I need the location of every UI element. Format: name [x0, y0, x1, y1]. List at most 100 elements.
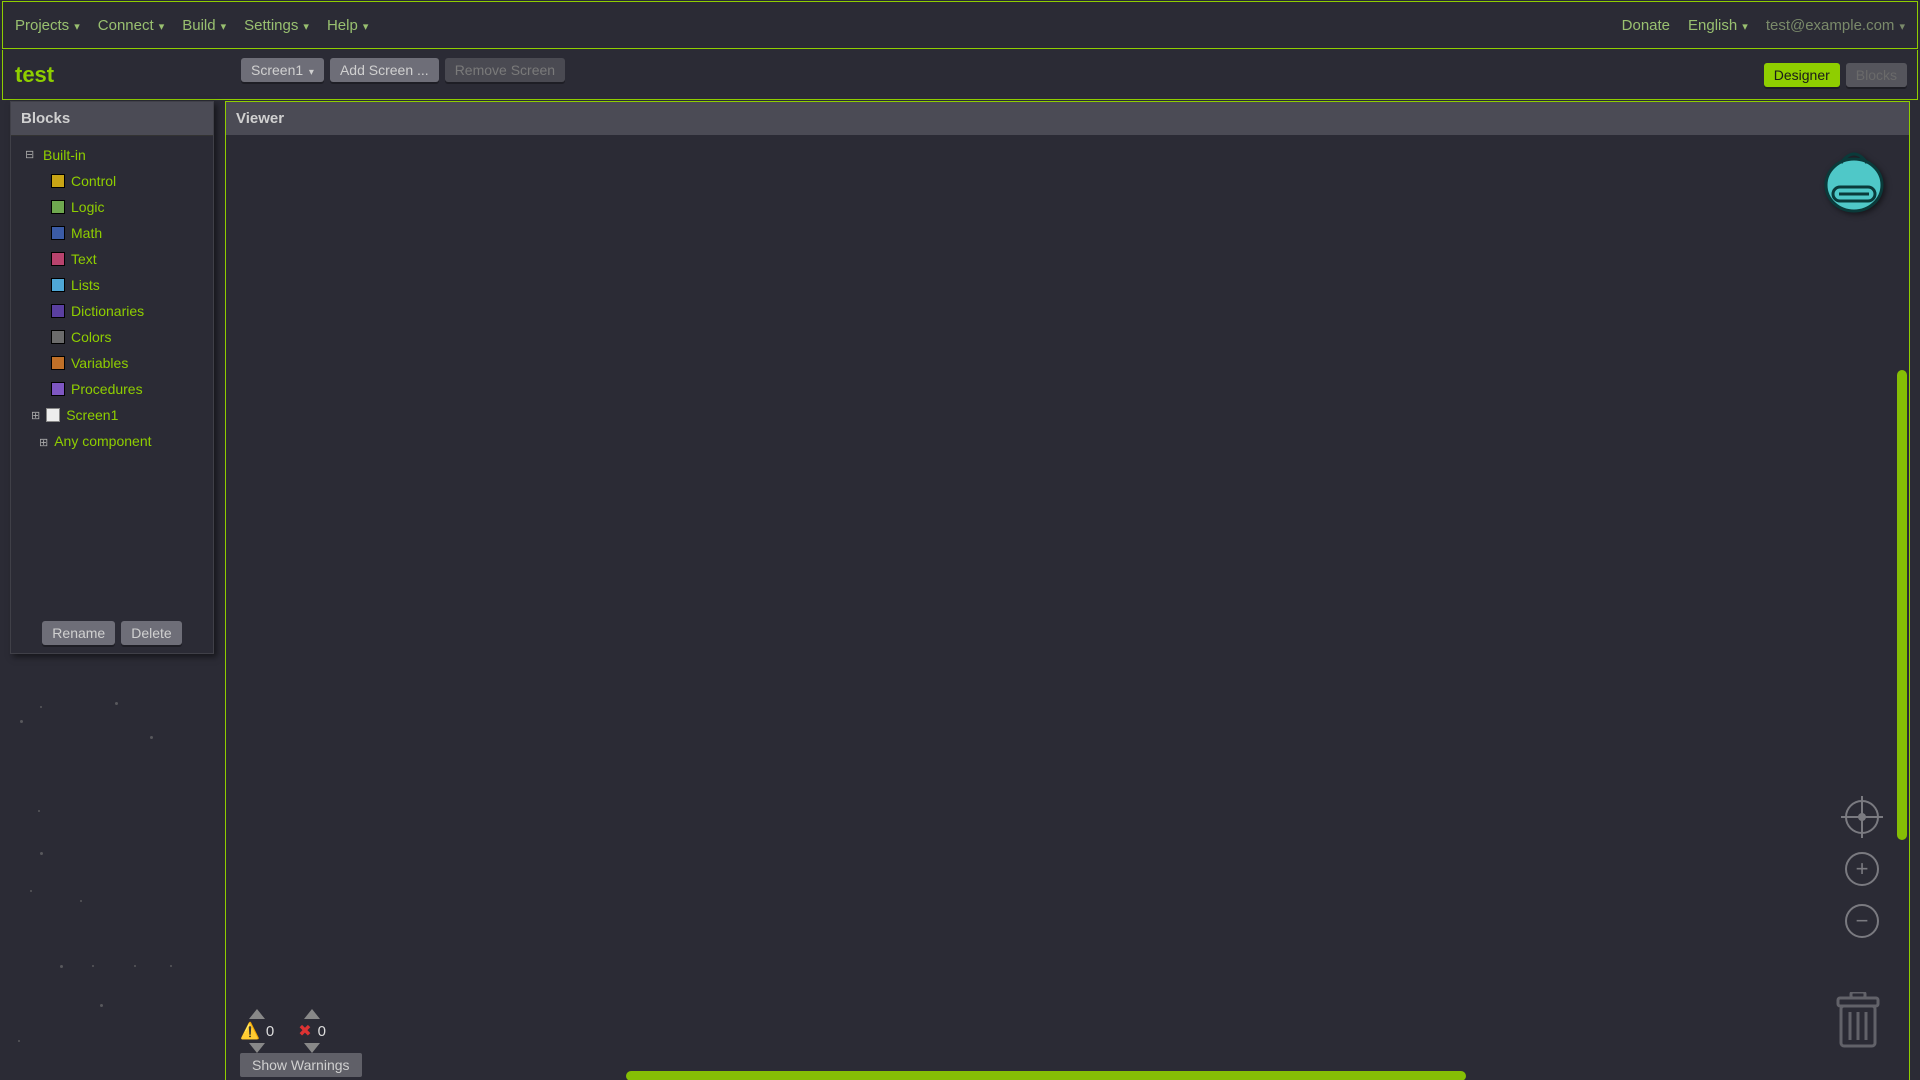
error-down-icon[interactable] [304, 1043, 320, 1053]
menu-label: Settings [244, 17, 298, 34]
warning-down-icon[interactable] [249, 1043, 265, 1053]
category-label: Procedures [71, 381, 143, 397]
menu-help[interactable]: Help ▾ [327, 17, 368, 34]
delete-button[interactable]: Delete [121, 621, 181, 645]
warning-icon: ⚠️ [240, 1021, 260, 1041]
category-color-icon [51, 356, 65, 370]
warning-counter: ⚠️ 0 [240, 1009, 274, 1053]
expand-icon[interactable]: ⊞ [39, 437, 48, 449]
background-star [170, 965, 172, 967]
category-procedures[interactable]: Procedures [51, 376, 207, 402]
category-colors[interactable]: Colors [51, 324, 207, 350]
recenter-button[interactable] [1845, 800, 1879, 834]
menubar-left: Projects ▾Connect ▾Build ▾Settings ▾Help… [15, 17, 368, 34]
background-star [60, 965, 63, 968]
panel-resize-handle[interactable] [214, 101, 222, 654]
background-star [40, 852, 43, 855]
category-math[interactable]: Math [51, 220, 207, 246]
designer-tab[interactable]: Designer [1764, 63, 1840, 87]
category-label: Control [71, 173, 116, 189]
menubar-right: Donate English ▾ test@example.com ▾ [1622, 17, 1905, 34]
category-color-icon [51, 382, 65, 396]
collapse-icon[interactable]: ⊟ [25, 147, 37, 163]
category-control[interactable]: Control [51, 168, 207, 194]
warning-up-icon[interactable] [249, 1009, 265, 1019]
menu-settings[interactable]: Settings ▾ [244, 17, 309, 34]
screen-selector[interactable]: Screen1 ▾ [241, 58, 324, 82]
category-variables[interactable]: Variables [51, 350, 207, 376]
screen-node[interactable]: ⊞ Screen1 [25, 402, 207, 428]
background-star [18, 1040, 20, 1042]
zoom-in-button[interactable]: + [1845, 852, 1879, 886]
account-menu[interactable]: test@example.com ▾ [1766, 17, 1905, 34]
category-color-icon [51, 252, 65, 266]
builtin-node[interactable]: ⊟ Built-in [25, 142, 207, 168]
background-star [40, 706, 42, 708]
menu-label: Projects [15, 17, 69, 34]
caret-down-icon: ▾ [218, 21, 227, 33]
background-star [100, 1004, 103, 1007]
screen-icon [46, 408, 60, 422]
account-email: test@example.com [1766, 17, 1895, 34]
screen-bar: Screen1 ▾ Add Screen ... Remove Screen [241, 58, 565, 82]
screen-label: Screen1 [66, 407, 118, 423]
category-logic[interactable]: Logic [51, 194, 207, 220]
category-text[interactable]: Text [51, 246, 207, 272]
project-title: test [15, 62, 54, 88]
builtin-children: Control Logic Math Text Lists Dictionaries Col… [25, 168, 207, 402]
current-screen-label: Screen1 [251, 62, 303, 78]
background-star [92, 965, 94, 967]
warnings-area: ⚠️ 0 ✖ 0 [240, 1009, 326, 1053]
add-screen-button[interactable]: Add Screen ... [330, 58, 439, 82]
view-toggle: Designer Blocks [1764, 63, 1907, 87]
menu-label: Build [182, 17, 215, 34]
error-up-icon[interactable] [304, 1009, 320, 1019]
category-label: Colors [71, 329, 111, 345]
donate-link[interactable]: Donate [1622, 17, 1670, 34]
background-star [38, 810, 40, 812]
project-bar: test Screen1 ▾ Add Screen ... Remove Scr… [2, 50, 1918, 100]
vertical-scrollbar[interactable] [1897, 370, 1907, 840]
background-star [20, 720, 23, 723]
backpack-icon[interactable] [1819, 143, 1889, 218]
category-label: Dictionaries [71, 303, 144, 319]
background-star [30, 890, 32, 892]
zoom-controls: + − [1845, 800, 1879, 938]
caret-down-icon: ▾ [306, 67, 314, 78]
category-label: Text [71, 251, 97, 267]
error-count: 0 [318, 1023, 326, 1040]
blocks-tab[interactable]: Blocks [1846, 63, 1907, 87]
caret-down-icon: ▾ [300, 21, 309, 33]
remove-screen-button: Remove Screen [445, 58, 565, 82]
zoom-out-button[interactable]: − [1845, 904, 1879, 938]
any-component-node[interactable]: ⊞Any component [25, 428, 207, 454]
category-dictionaries[interactable]: Dictionaries [51, 298, 207, 324]
menu-build[interactable]: Build ▾ [182, 17, 226, 34]
show-warnings-button[interactable]: Show Warnings [240, 1053, 362, 1077]
category-label: Logic [71, 199, 104, 215]
viewer-panel-header: Viewer [226, 102, 1909, 136]
category-label: Math [71, 225, 102, 241]
menu-label: Help [327, 17, 358, 34]
category-label: Lists [71, 277, 100, 293]
expand-icon[interactable]: ⊞ [31, 409, 40, 422]
caret-down-icon: ▾ [1739, 21, 1748, 33]
caret-down-icon: ▾ [1896, 21, 1905, 33]
horizontal-scrollbar[interactable] [626, 1071, 1466, 1080]
language-menu[interactable]: English ▾ [1688, 17, 1748, 34]
menu-projects[interactable]: Projects ▾ [15, 17, 80, 34]
trash-icon[interactable] [1835, 992, 1881, 1055]
menu-connect[interactable]: Connect ▾ [98, 17, 164, 34]
menu-label: Connect [98, 17, 154, 34]
blocks-canvas[interactable]: + − ⚠️ 0 [226, 135, 1909, 1080]
category-color-icon [51, 174, 65, 188]
rename-button[interactable]: Rename [42, 621, 115, 645]
category-color-icon [51, 304, 65, 318]
background-star [80, 900, 82, 902]
category-label: Variables [71, 355, 128, 371]
category-lists[interactable]: Lists [51, 272, 207, 298]
category-color-icon [51, 200, 65, 214]
error-icon: ✖ [298, 1021, 311, 1041]
category-color-icon [51, 278, 65, 292]
background-star [134, 965, 136, 967]
